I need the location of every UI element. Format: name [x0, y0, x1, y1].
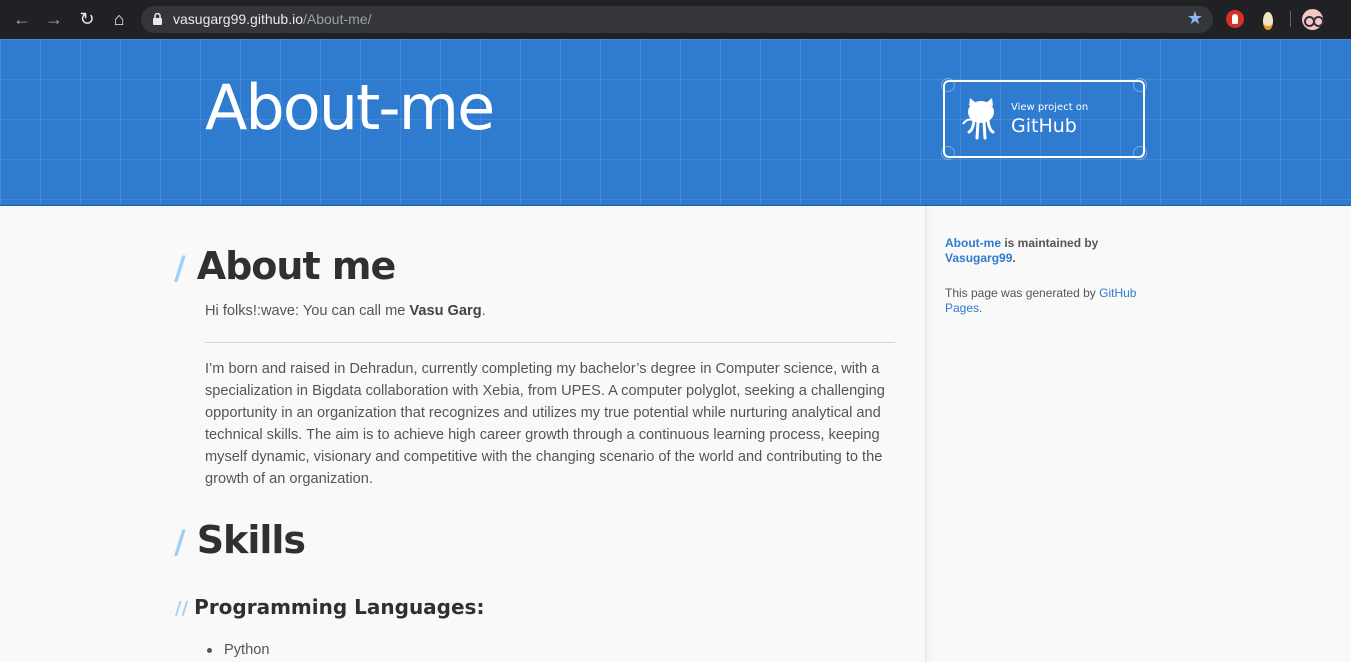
corner-decoration: [1133, 78, 1147, 92]
octocat-icon: [962, 98, 995, 140]
about-heading: / About me: [174, 244, 397, 288]
bio-paragraph: I’m born and raised in Dehradun, current…: [205, 361, 885, 487]
url-text: vasugarg99.github.io/About-me/: [173, 11, 371, 27]
list-item: Python: [207, 642, 269, 658]
generated-text: This page was generated by: [945, 286, 1100, 300]
toolbar-divider: [1290, 11, 1291, 27]
repo-link[interactable]: About-me: [945, 236, 1001, 250]
divider: [205, 342, 895, 343]
url-host: vasugarg99.github.io: [173, 11, 303, 27]
generated-period: .: [979, 301, 983, 315]
corner-decoration: [1133, 146, 1147, 160]
address-bar[interactable]: vasugarg99.github.io/About-me/ ★: [141, 6, 1213, 33]
heading-slash-decoration: /: [174, 523, 186, 561]
about-heading-text: About me: [196, 244, 397, 288]
owner-link[interactable]: Vasugarg99: [945, 251, 1012, 265]
bullet: [207, 647, 212, 653]
heading-slash-decoration: //: [175, 598, 189, 619]
site-header: About-me View project on GitHub: [0, 39, 1351, 206]
heading-slash-decoration: /: [174, 249, 186, 287]
maintained-text: is maintained by: [1001, 236, 1099, 250]
languages-heading: //Programming Languages:: [175, 595, 484, 619]
generated-line: This page was generated by GitHub Pages.: [945, 286, 1155, 316]
reload-icon[interactable]: ↻: [76, 8, 98, 30]
intro-suffix: .: [481, 303, 486, 319]
url-path: /About-me/: [303, 11, 372, 27]
egg-extension-icon[interactable]: [1259, 10, 1277, 30]
lock-icon: [153, 13, 162, 25]
view-on-github-button[interactable]: View project on GitHub: [941, 78, 1147, 160]
ad-block-extension-icon[interactable]: [1226, 10, 1244, 28]
github-button-label: GitHub: [1011, 115, 1077, 137]
maintainer-line: About-me is maintained by Vasugarg99.: [945, 236, 1155, 266]
browser-toolbar: ← → ↻ ⌂ vasugarg99.github.io/About-me/ ★: [0, 0, 1351, 39]
sidebar: About-me is maintained by Vasugarg99. Th…: [945, 236, 1155, 316]
maintainer-period: .: [1012, 251, 1016, 265]
bookmark-star-icon[interactable]: ★: [1187, 8, 1203, 29]
languages-heading-text: Programming Languages:: [194, 595, 485, 619]
corner-decoration: [941, 78, 955, 92]
home-icon[interactable]: ⌂: [108, 8, 130, 30]
skills-heading-text: Skills: [196, 518, 306, 562]
list-item-label: Python: [224, 642, 270, 658]
profile-avatar[interactable]: [1302, 9, 1324, 30]
forward-arrow-icon[interactable]: →: [43, 8, 65, 30]
intro-paragraph: Hi folks!:wave: You can call me Vasu Gar…: [205, 300, 895, 322]
back-arrow-icon[interactable]: ←: [11, 8, 33, 30]
github-button-caption: View project on: [1011, 102, 1089, 113]
main-content: / About me Hi folks!:wave: You can call m…: [0, 206, 926, 662]
intro-prefix: Hi folks!:wave: You can call me: [205, 303, 410, 319]
skills-heading: / Skills: [174, 518, 306, 562]
corner-decoration: [941, 146, 955, 160]
site-title: About-me: [205, 71, 495, 144]
intro-name: Vasu Garg: [409, 303, 482, 319]
